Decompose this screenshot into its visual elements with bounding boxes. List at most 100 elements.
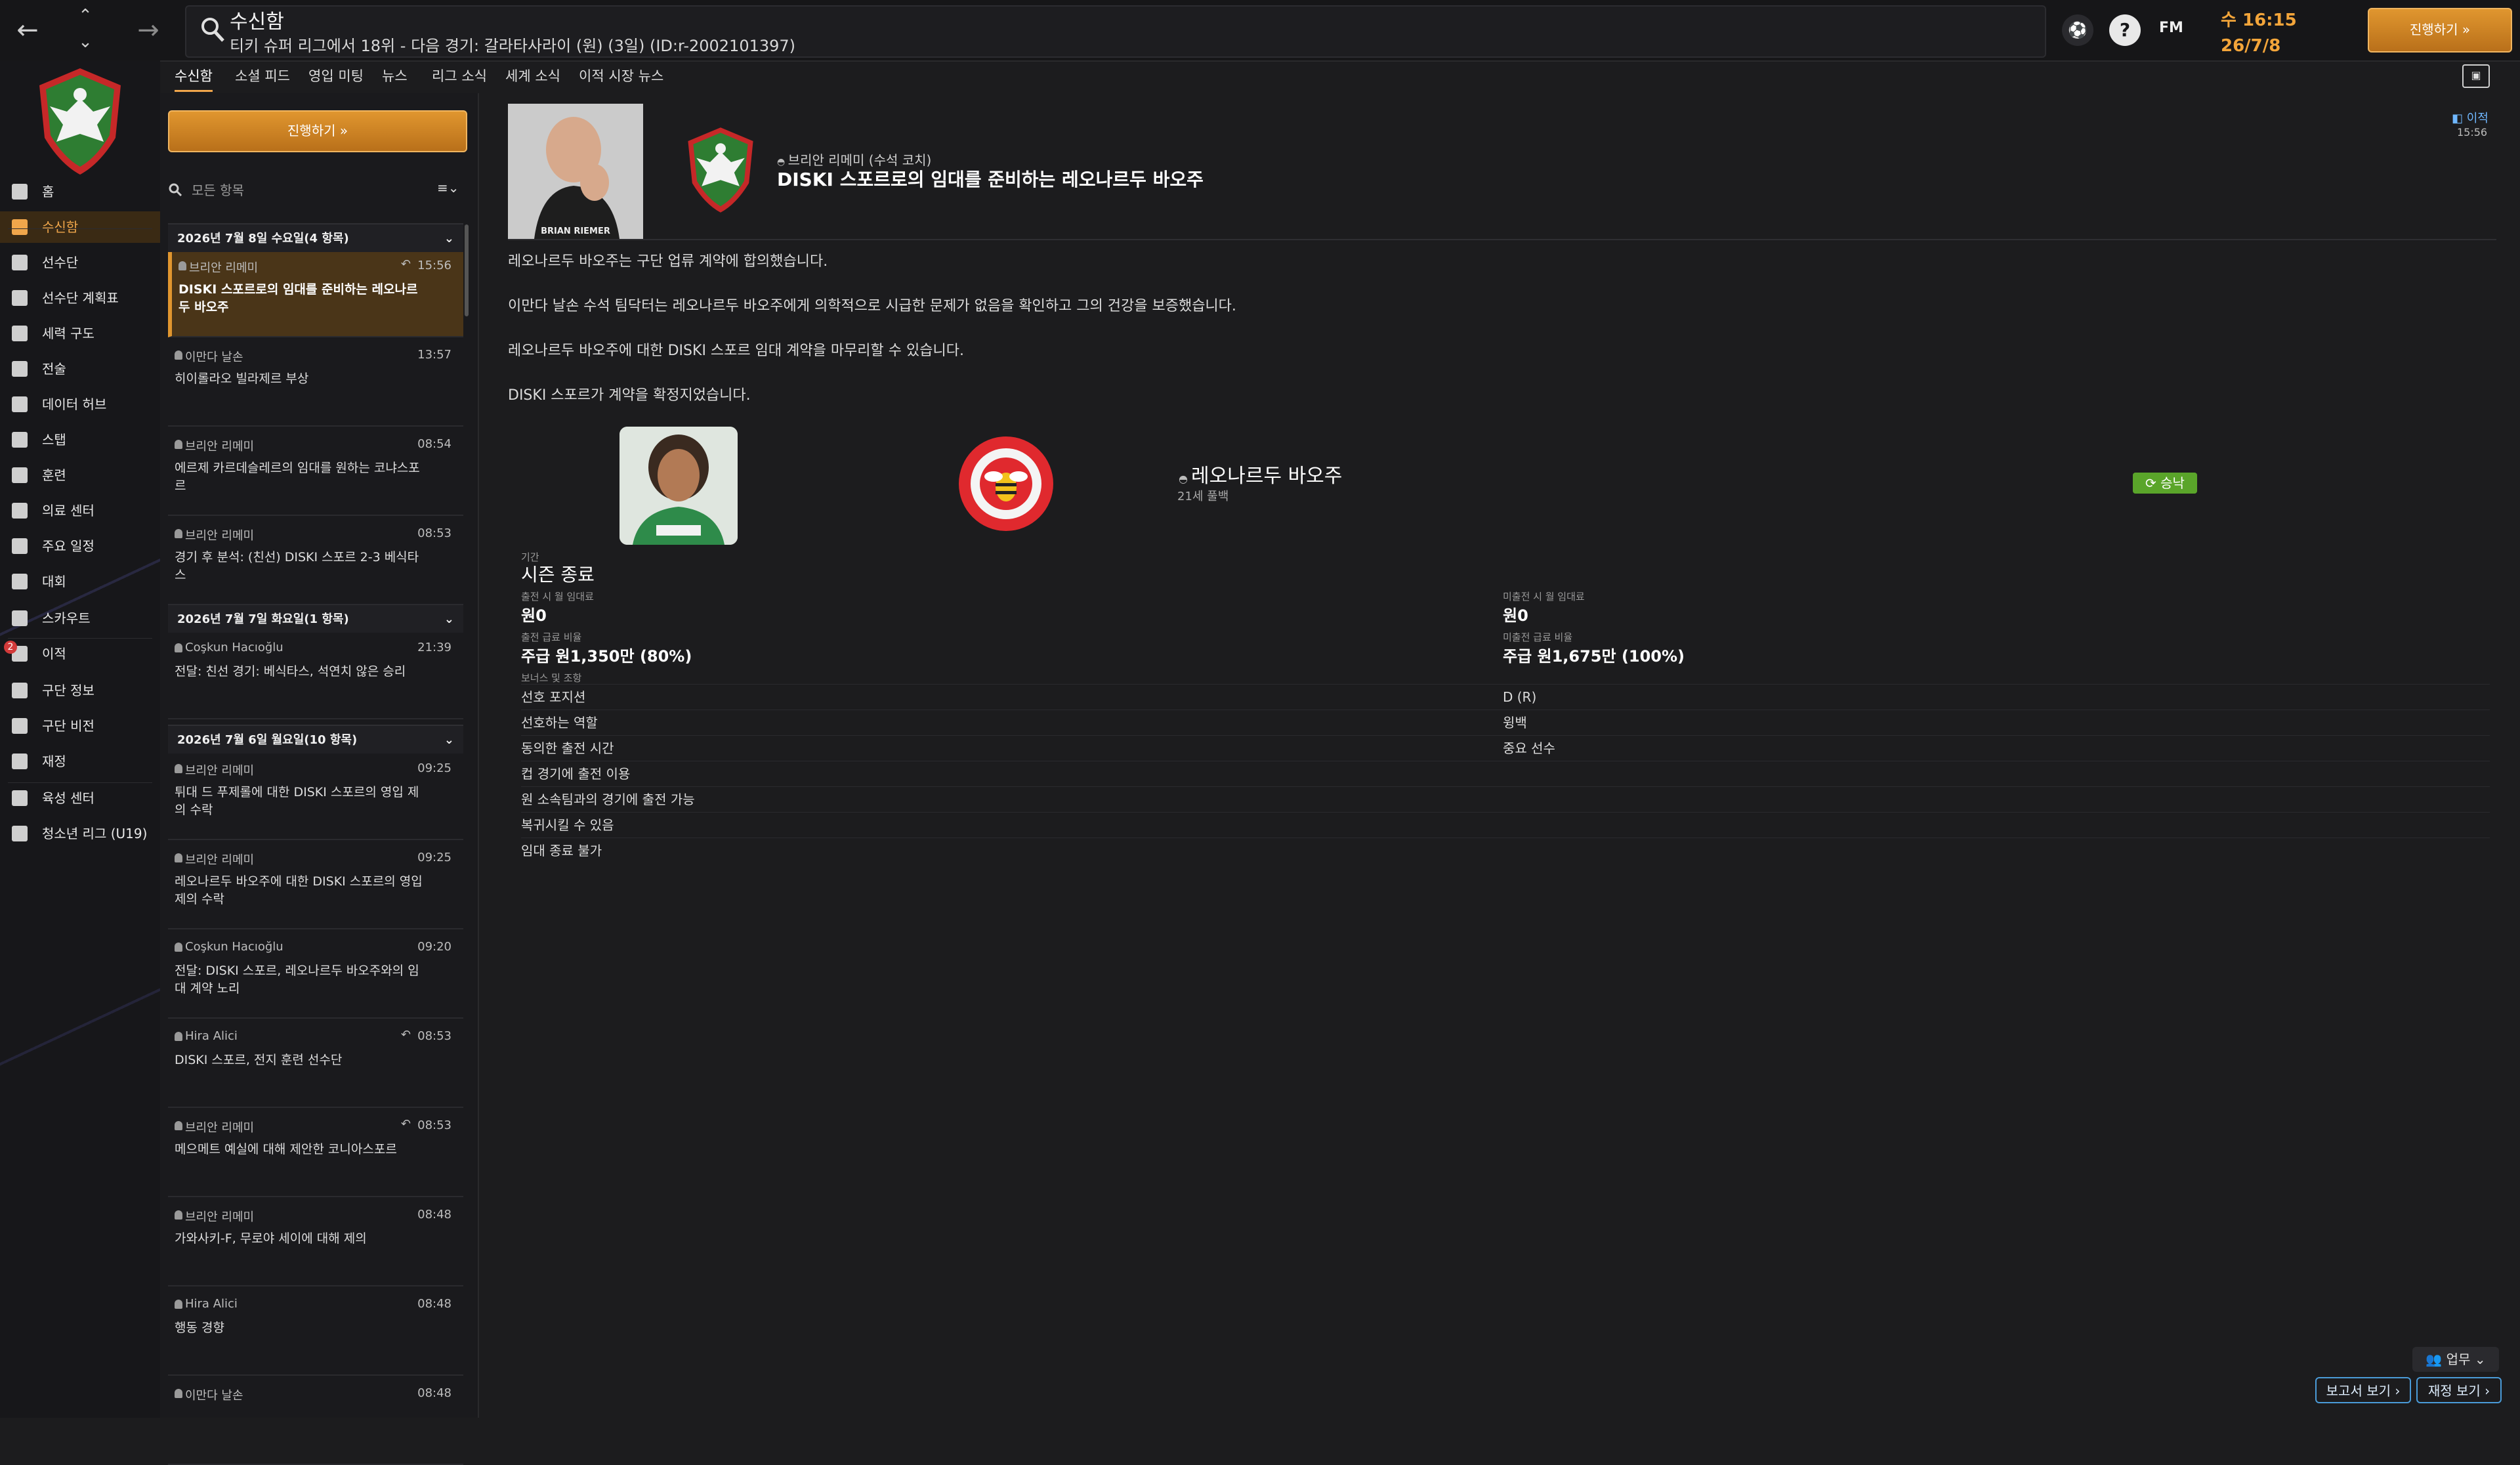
date-group-header[interactable]: 2026년 7월 7일 화요일(1 항목) ⌄ (168, 604, 463, 633)
message-sender: 브리안 리메미 (185, 853, 255, 867)
sidebar-item-label: 주요 일정 (42, 538, 94, 554)
inbox-message[interactable]: 브리안 리메미 08:53 메으메트 예실에 대해 제안한 코니아스포르 ↶ (168, 1112, 463, 1197)
tag-icon: ◧ (2452, 112, 2467, 125)
sidebar-item[interactable]: 세력 구도 (0, 318, 160, 349)
inbox-message[interactable]: 브리안 리메미 09:25 튀대 드 푸제롤에 대한 DISKI 스포르의 영입 제… (168, 755, 463, 840)
divider (8, 782, 152, 783)
clause-label: 원 소속팀과의 경기에 출전 가능 (521, 792, 695, 807)
sidebar-item[interactable]: 선수단 (0, 247, 160, 278)
inbox-message[interactable]: 브리안 리메미 08:53 경기 후 분석: (친선) DISKI 스포르 2-3 … (168, 520, 463, 605)
sidebar-item[interactable]: 청소년 리그 (U19) (0, 818, 160, 849)
help-icon[interactable]: ? (2109, 14, 2141, 46)
clause-label: 컵 경기에 출전 이용 (521, 766, 631, 782)
message-sender: Coşkun Hacıoğlu (185, 641, 284, 654)
inbox-message[interactable]: Coşkun Hacıoğlu 21:39 전달: 친선 경기: 베식타스, 석연치… (168, 634, 463, 719)
inbox-message[interactable]: 브리안 리메미 15:56 DISKI 스포르로의 임대를 준비하는 레오나르두 바… (168, 252, 463, 337)
message-time: 09:25 (417, 851, 452, 864)
message-time: 08:54 (417, 437, 452, 451)
forward-arrow-icon[interactable]: → (129, 11, 168, 50)
sidebar-item[interactable]: 대회 (0, 566, 160, 597)
user-icon (175, 1389, 182, 1398)
sidebar-item[interactable]: 주요 일정 (0, 530, 160, 562)
clipboard-icon (12, 290, 28, 306)
brentford-crest-logo[interactable] (957, 435, 1055, 533)
sidebar-item[interactable]: 선수단 계획표 (0, 282, 160, 314)
tab-news[interactable]: 뉴스 (382, 66, 408, 85)
fm-logo[interactable]: FM (2159, 20, 2183, 36)
back-arrow-icon[interactable]: ← (8, 11, 47, 50)
sidebar-item-label: 선수단 계획표 (42, 290, 119, 306)
date-group-header[interactable]: 2026년 7월 8일 수요일(4 항목) ⌄ (168, 223, 463, 252)
clause-row: 동의한 출전 시간 중요 선수 (521, 735, 2490, 761)
clock-time: 수 16:15 (2221, 11, 2297, 30)
user-icon (178, 261, 186, 270)
message-sender: Hira Alici (185, 1029, 238, 1043)
refresh-icon: ⟳ (2145, 475, 2161, 491)
clauses-label: 보너스 및 조항 (521, 672, 582, 684)
clause-label: 선호 포지션 (521, 689, 586, 705)
player-name-text[interactable]: 레오나르두 바오주 (1191, 465, 1342, 488)
inbox-message[interactable]: Hira Alici 08:48 행동 경향 (168, 1290, 463, 1376)
filter-menu-icon[interactable]: ≡⌄ (437, 180, 459, 196)
inbox-message[interactable]: 브리안 리메미 08:48 가와사키-F, 무로야 세이에 대해 제의 (168, 1201, 463, 1286)
game-clock[interactable]: 수 16:15 26/7/8 (2221, 7, 2365, 56)
chevron-up-icon[interactable]: ⌃ (71, 4, 100, 28)
layout-toggle-icon[interactable]: ▣ (2462, 64, 2490, 88)
inbox-scrollbar[interactable] (465, 224, 469, 316)
user-icon (175, 1032, 182, 1041)
sidebar-item[interactable]: 스탭 (0, 424, 160, 456)
club-crest-logo[interactable] (34, 66, 126, 177)
inbox-message[interactable]: 이만다 날손 08:48 (168, 1380, 463, 1465)
transfer-tag[interactable]: ◧ 이적 (2452, 109, 2488, 126)
continue-button-top[interactable]: 진행하기 » (2368, 8, 2512, 53)
inbox-message[interactable]: 브리안 리메미 08:54 에르제 카르데슬레르의 임대를 원하는 코냐스포르 (168, 431, 463, 516)
view-finance-button[interactable]: 재정 보기 › (2416, 1377, 2502, 1403)
sidebar-item[interactable]: 재정 (0, 746, 160, 777)
sidebar-item[interactable]: 육성 센터 (0, 782, 160, 814)
sidebar-item[interactable]: 전술 (0, 353, 160, 385)
sidebar-item[interactable]: 의료 센터 (0, 495, 160, 526)
player-photo[interactable] (620, 427, 738, 545)
football-icon[interactable]: ⚽ (2062, 14, 2093, 46)
player-age-position: 21세 풀백 (1177, 490, 1229, 503)
inbox-message[interactable]: Coşkun Hacıoğlu 09:20 전달: DISKI 스포르, 레오나르두… (168, 933, 463, 1019)
continue-button[interactable]: 진행하기 » (168, 110, 467, 152)
sidebar-item[interactable]: 훈련 (0, 459, 160, 491)
sidebar-item-label: 의료 센터 (42, 503, 94, 519)
coach-name-caption: BRIAN RIEMER (541, 226, 610, 236)
player-name[interactable]: ◓ 레오나르두 바오주 (1179, 459, 1342, 488)
sidebar-item[interactable]: 홈 (0, 176, 160, 207)
sidebar-item[interactable]: 이적 2 (0, 638, 160, 669)
data-icon (12, 396, 28, 412)
sidebar-item[interactable]: 스카우트 (0, 603, 160, 634)
filter-search-input[interactable]: 모든 항목 (192, 180, 244, 199)
tab-league-news[interactable]: 리그 소식 (432, 66, 487, 85)
inbox-message[interactable]: 이만다 날손 13:57 히이롤라오 빌라제르 부상 (168, 341, 463, 427)
page-subtitle: 티키 슈퍼 리그에서 18위 - 다음 경기: 갈라타사라이 (원) (3일) … (230, 37, 796, 55)
view-report-button[interactable]: 보고서 보기 › (2315, 1377, 2411, 1403)
message-subject: 행동 경향 (175, 1321, 224, 1335)
club-crest-logo (688, 127, 753, 213)
tab-scouting-meeting[interactable]: 영입 미팅 (308, 66, 364, 85)
search-icon (169, 183, 182, 197)
title-search-box[interactable]: 수신함 티키 슈퍼 리그에서 18위 - 다음 경기: 갈라타사라이 (원) (… (185, 5, 2046, 58)
date-group-header[interactable]: 2026년 7월 6일 월요일(10 항목) ⌄ (168, 725, 463, 754)
message-sender: Hira Alici (185, 1297, 238, 1311)
tab-inbox[interactable]: 수신함 (175, 66, 213, 92)
tab-world-news[interactable]: 세계 소식 (505, 66, 560, 85)
chevron-down-icon[interactable]: ⌄ (71, 30, 100, 54)
finance-label: 재정 보기 (2427, 1383, 2481, 1399)
tab-social-feed[interactable]: 소셜 피드 (235, 66, 290, 85)
sidebar-item[interactable]: 구단 정보 (0, 675, 160, 706)
user-icon: ◓ (1179, 473, 1192, 485)
inbox-message[interactable]: Hira Alici 08:53 DISKI 스포르, 전지 훈련 선수단 ↶ (168, 1023, 463, 1108)
inbox-message[interactable]: 브리안 리메미 09:25 레오나르두 바오주에 대한 DISKI 스포르의 영입 … (168, 844, 463, 929)
sidebar-item[interactable]: 구단 비전 (0, 710, 160, 742)
sidebar-item[interactable]: 수신함 (0, 211, 160, 243)
sidebar-item[interactable]: 데이터 허브 (0, 389, 160, 420)
trophy-icon (12, 574, 28, 589)
message-paragraph: 레오나르두 바오주에 대한 DISKI 스포르 임대 계약을 마무리할 수 있습… (508, 343, 964, 359)
work-menu-button[interactable]: 👥 업무 ⌄ (2412, 1347, 2499, 1372)
tab-transfer-news[interactable]: 이적 시장 뉴스 (579, 66, 663, 85)
wage-no-play-value: 주급 원1,675만 (100%) (1503, 647, 1685, 666)
